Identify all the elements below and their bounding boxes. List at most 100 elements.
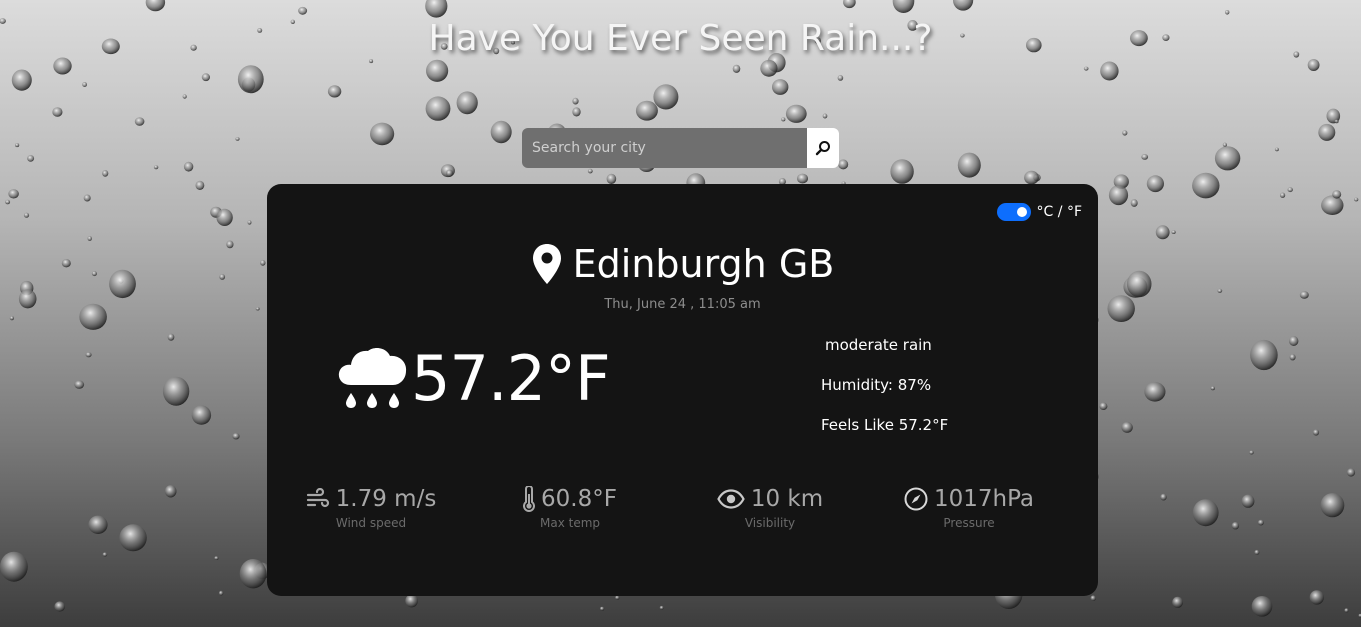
raindrop bbox=[27, 155, 35, 162]
raindrop bbox=[1107, 295, 1135, 322]
raindrop bbox=[1172, 596, 1183, 608]
raindrop bbox=[606, 173, 617, 184]
raindrop bbox=[370, 122, 395, 146]
raindrop bbox=[1307, 59, 1320, 71]
location-pin-icon bbox=[532, 244, 561, 284]
current-weather: 57.2°F bbox=[337, 342, 611, 415]
wind-speed-label: Wind speed bbox=[335, 516, 407, 530]
raindrop bbox=[1141, 154, 1149, 160]
raindrop bbox=[1354, 197, 1359, 202]
raindrop bbox=[890, 159, 914, 184]
date-time: Thu, June 24 , 11:05 am bbox=[604, 297, 761, 312]
raindrop bbox=[822, 113, 828, 119]
rain-cloud-icon bbox=[338, 347, 407, 408]
raindrop bbox=[102, 552, 108, 557]
raindrop bbox=[405, 594, 418, 608]
raindrop bbox=[1146, 175, 1164, 193]
raindrop bbox=[327, 85, 342, 98]
raindrop bbox=[369, 59, 374, 64]
raindrop bbox=[781, 117, 786, 122]
city-name: Edinburgh GB bbox=[572, 242, 835, 286]
raindrop bbox=[1122, 130, 1128, 136]
raindrop bbox=[1344, 608, 1349, 613]
raindrop bbox=[1334, 119, 1339, 124]
feels-like: Feels Like 57.2°F bbox=[821, 416, 949, 434]
raindrop bbox=[1289, 336, 1299, 346]
raindrop bbox=[1155, 225, 1170, 240]
raindrop bbox=[0, 551, 28, 582]
raindrop bbox=[615, 595, 620, 600]
raindrop bbox=[1241, 494, 1255, 508]
raindrop bbox=[1100, 61, 1119, 81]
raindrop bbox=[247, 220, 252, 225]
raindrop bbox=[1126, 270, 1152, 298]
raindrop bbox=[8, 189, 19, 199]
raindrop bbox=[153, 165, 159, 170]
raindrop bbox=[1280, 192, 1286, 198]
raindrop bbox=[183, 161, 194, 172]
raindrop bbox=[797, 173, 808, 184]
raindrop bbox=[653, 84, 679, 110]
raindrop bbox=[1225, 10, 1230, 15]
raindrop bbox=[572, 107, 581, 117]
humidity: Humidity: 87% bbox=[821, 376, 932, 394]
raindrop bbox=[54, 601, 65, 612]
raindrop bbox=[1318, 123, 1336, 141]
raindrop bbox=[102, 170, 109, 177]
raindrop bbox=[1251, 596, 1273, 617]
raindrop bbox=[772, 79, 789, 95]
raindrop bbox=[659, 605, 664, 610]
raindrop bbox=[1217, 288, 1223, 293]
raindrop bbox=[15, 143, 20, 148]
raindrop bbox=[1312, 429, 1320, 436]
visibility-label: Visibility bbox=[744, 516, 796, 530]
search-input[interactable] bbox=[522, 128, 807, 168]
raindrop bbox=[572, 97, 579, 105]
raindrop bbox=[119, 524, 147, 552]
raindrop bbox=[1130, 199, 1138, 207]
stat-max-temp: 60.8°F Max temp bbox=[470, 486, 670, 530]
raindrop bbox=[1192, 172, 1220, 199]
raindrop bbox=[23, 212, 30, 218]
compass-icon bbox=[904, 487, 928, 511]
raindrop bbox=[82, 82, 87, 87]
weather-card: °C / °F Edinburgh GB Thu, June 24 , 11:0… bbox=[267, 184, 1098, 596]
raindrop bbox=[426, 59, 449, 82]
raindrop bbox=[162, 376, 190, 406]
search-button[interactable] bbox=[807, 128, 839, 168]
raindrop bbox=[732, 64, 741, 73]
unit-toggle-switch[interactable] bbox=[996, 203, 1031, 221]
raindrop bbox=[18, 289, 37, 309]
raindrop bbox=[226, 240, 234, 249]
stat-wind-speed: 1.79 m/s Wind speed bbox=[271, 486, 471, 530]
raindrop bbox=[760, 59, 778, 77]
raindrop bbox=[1332, 190, 1342, 199]
raindrop bbox=[1160, 493, 1167, 501]
page-title: Have You Ever Seen Rain...? bbox=[428, 18, 933, 59]
raindrop bbox=[1214, 146, 1241, 171]
raindrop bbox=[1346, 468, 1356, 477]
raindrop bbox=[182, 94, 187, 99]
raindrop bbox=[1289, 354, 1296, 361]
raindrop bbox=[61, 259, 71, 268]
raindrop bbox=[260, 259, 266, 266]
search-bar bbox=[522, 128, 839, 168]
raindrop bbox=[1210, 386, 1215, 391]
raindrop bbox=[1250, 339, 1278, 371]
raindrop bbox=[1287, 187, 1293, 193]
raindrop bbox=[1083, 66, 1089, 71]
raindrop bbox=[235, 137, 240, 141]
raindrop bbox=[1321, 195, 1344, 215]
raindrop bbox=[1249, 450, 1254, 455]
raindrop bbox=[79, 303, 107, 330]
current-temperature: 57.2°F bbox=[411, 342, 611, 415]
raindrop bbox=[201, 73, 210, 82]
wind-speed-value: 1.79 m/s bbox=[335, 486, 437, 512]
raindrop bbox=[490, 120, 512, 144]
raindrop bbox=[164, 485, 177, 498]
raindrop bbox=[1171, 230, 1176, 235]
pressure-label: Pressure bbox=[943, 516, 995, 530]
raindrop bbox=[87, 236, 92, 241]
weather-details: moderate rain Humidity: 87% Feels Like 5… bbox=[821, 334, 948, 454]
raindrop bbox=[232, 433, 240, 440]
